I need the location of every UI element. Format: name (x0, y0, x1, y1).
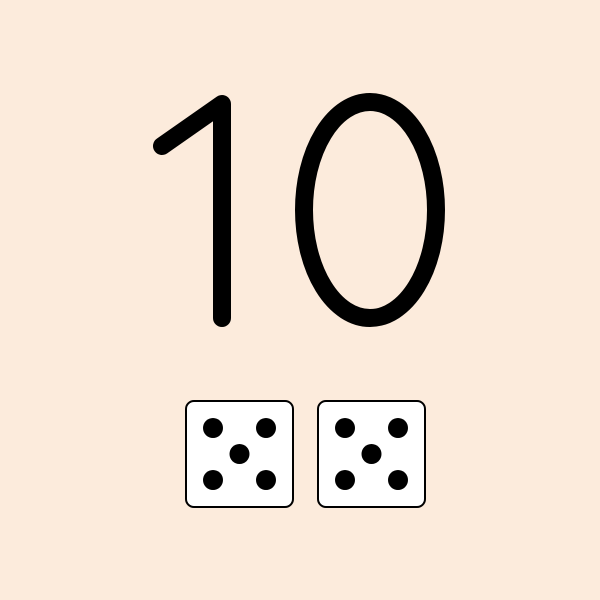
pip (388, 418, 408, 438)
pip (335, 470, 355, 490)
pip (256, 418, 276, 438)
card: 10 (0, 0, 600, 600)
pip (229, 444, 250, 464)
pip (203, 470, 223, 490)
dice-row (185, 400, 426, 508)
die-1 (185, 400, 294, 508)
pip (388, 470, 408, 490)
pip (256, 470, 276, 490)
pip (361, 444, 382, 464)
pip (335, 418, 355, 438)
die-2 (317, 400, 426, 508)
pip (203, 418, 223, 438)
